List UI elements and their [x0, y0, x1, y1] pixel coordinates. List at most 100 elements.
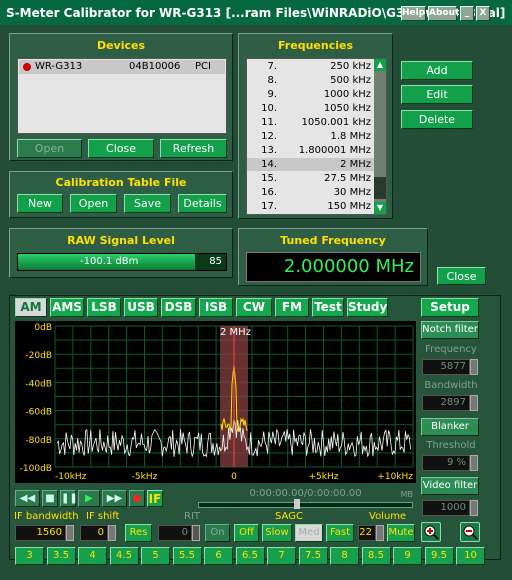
frequency-list[interactable]: 7. 250 kHz 8. 500 kHz 9. 1000 kHz 10. 1050 kHz 1… — [246, 58, 387, 215]
mode-fm-button[interactable]: FM — [275, 298, 309, 317]
spectrum-display[interactable]: 2 MHz 0dB -20dB -40dB -60dB -80dB -100dB-10kHz… — [15, 321, 416, 483]
zoom-in-icon[interactable] — [421, 522, 441, 542]
device-list[interactable]: WR-G313 04B10006 PCI — [17, 58, 227, 134]
frequency-number: 8. — [267, 75, 277, 86]
frequency-item[interactable]: 16. 30 MHz — [247, 186, 375, 199]
step-button[interactable]: 4.5 — [109, 547, 139, 565]
agc-slow-button[interactable]: Slow — [262, 524, 292, 542]
help-button[interactable]: Help — [401, 6, 426, 21]
step-button[interactable]: 6 — [204, 547, 233, 565]
step-button[interactable]: 3.5 — [46, 547, 76, 565]
notch-bandwidth-field[interactable]: 2897 — [422, 395, 470, 411]
agc-fast-button[interactable]: Fast — [326, 524, 354, 542]
reset-button[interactable]: Res — [125, 524, 152, 542]
zoom-out-icon[interactable] — [460, 522, 480, 542]
frequency-item[interactable]: 17. 150 MHz — [247, 200, 375, 213]
mode-dsb-button[interactable]: DSB — [161, 298, 196, 317]
if-shift-stepper[interactable] — [108, 525, 116, 541]
mode-usb-button[interactable]: USB — [124, 298, 158, 317]
step-button[interactable]: 7 — [267, 547, 296, 565]
minimize-button[interactable]: _ — [460, 6, 474, 21]
frequency-scrollbar[interactable]: ▲ ▼ — [374, 59, 386, 214]
stop-icon[interactable]: ■ — [42, 490, 58, 507]
rit-field[interactable]: 0 — [158, 525, 192, 541]
details-button[interactable]: Details — [178, 194, 227, 213]
frequency-item[interactable]: 12. 1.8 MHz — [247, 130, 375, 143]
mode-lsb-button[interactable]: LSB — [87, 298, 121, 317]
play-icon[interactable]: ▶ — [78, 490, 100, 507]
frequency-item[interactable]: 14. 2 MHz — [247, 158, 375, 171]
step-button[interactable]: 6.5 — [235, 547, 265, 565]
raw-signal-panel: RAW Signal Level -100.1 dBm 85 — [9, 228, 233, 278]
volume-stepper[interactable] — [376, 525, 384, 541]
scroll-thumb[interactable] — [374, 177, 386, 199]
frequency-item[interactable]: 11. 1050.001 kHz — [247, 116, 375, 129]
scroll-down-icon[interactable]: ▼ — [374, 202, 386, 214]
rewind-icon[interactable]: ◀◀ — [15, 490, 40, 507]
agc-med-button[interactable]: Med — [295, 524, 323, 542]
blanker-button[interactable]: Blanker — [421, 418, 479, 436]
notch-filter-button[interactable]: Notch filter — [421, 321, 479, 339]
threshold-stepper[interactable] — [470, 455, 478, 471]
rit-on-button[interactable]: On — [205, 524, 230, 542]
mode-am-button[interactable]: AM — [15, 298, 47, 317]
fast-forward-icon[interactable]: ▶▶ — [102, 490, 127, 507]
refresh-button[interactable]: Refresh — [160, 139, 227, 158]
mode-study-button[interactable]: Study — [347, 298, 388, 317]
frequency-item[interactable]: 8. 500 kHz — [247, 74, 375, 87]
frequency-item[interactable]: 13. 1.800001 MHz — [247, 144, 375, 157]
step-button[interactable]: 3 — [15, 547, 44, 565]
mode-cw-button[interactable]: CW — [236, 298, 272, 317]
agc-off-button[interactable]: Off — [234, 524, 259, 542]
if-button[interactable]: IF — [147, 490, 163, 507]
step-button[interactable]: 5.5 — [172, 547, 202, 565]
scroll-up-icon[interactable]: ▲ — [374, 59, 386, 71]
close-button[interactable]: Close — [437, 267, 486, 285]
video-filter-field[interactable]: 1000 — [422, 500, 470, 516]
about-button[interactable]: About — [428, 6, 459, 21]
step-button[interactable]: 4 — [78, 547, 107, 565]
open-file-button[interactable]: Open — [70, 194, 117, 213]
player-progress[interactable] — [198, 502, 413, 508]
frequency-item[interactable]: 7. 250 kHz — [247, 60, 375, 73]
step-button[interactable]: 5 — [141, 547, 170, 565]
frequency-number: 17. — [261, 201, 277, 212]
step-button[interactable]: 10 — [456, 547, 485, 565]
step-button[interactable]: 9 — [393, 547, 422, 565]
step-button[interactable]: 8 — [330, 547, 359, 565]
close-device-button[interactable]: Close — [88, 139, 154, 158]
frequency-item[interactable]: 10. 1050 kHz — [247, 102, 375, 115]
open-device-button[interactable]: Open — [17, 139, 82, 158]
video-filter-stepper[interactable] — [470, 500, 478, 516]
notch-frequency-stepper[interactable] — [470, 359, 478, 375]
step-button[interactable]: 8.5 — [361, 547, 391, 565]
device-row[interactable]: WR-G313 04B10006 PCI — [19, 60, 225, 74]
player-progress-handle[interactable] — [294, 499, 300, 509]
edit-frequency-button[interactable]: Edit — [401, 85, 473, 104]
step-button[interactable]: 9.5 — [424, 547, 454, 565]
video-filter-button[interactable]: Video filter — [421, 477, 479, 495]
frequency-item[interactable]: 9. 1000 kHz — [247, 88, 375, 101]
step-button[interactable]: 7.5 — [298, 547, 328, 565]
delete-frequency-button[interactable]: Delete — [401, 110, 473, 129]
threshold-field[interactable]: 9 % — [422, 455, 470, 471]
add-frequency-button[interactable]: Add — [401, 61, 473, 80]
frequency-item[interactable]: 15. 27.5 MHz — [247, 172, 375, 185]
rit-stepper[interactable] — [192, 525, 200, 541]
mute-button[interactable]: Mute — [387, 524, 415, 542]
if-bandwidth-field[interactable]: 1560 — [15, 525, 66, 541]
notch-frequency-field[interactable]: 5877 — [422, 359, 470, 375]
mode-isb-button[interactable]: ISB — [199, 298, 233, 317]
pause-icon[interactable]: ❚❚ — [60, 490, 78, 507]
if-shift-field[interactable]: 0 — [80, 525, 108, 541]
setup-button[interactable]: Setup — [421, 298, 479, 317]
mode-ams-button[interactable]: AMS — [50, 298, 84, 317]
notch-bandwidth-stepper[interactable] — [470, 395, 478, 411]
close-window-button[interactable]: X — [476, 6, 490, 21]
record-icon[interactable]: ● — [129, 490, 145, 507]
new-file-button[interactable]: New — [17, 194, 63, 213]
if-bandwidth-stepper[interactable] — [66, 525, 74, 541]
save-file-button[interactable]: Save — [124, 194, 171, 213]
volume-field[interactable]: 22 — [358, 525, 376, 541]
mode-test-button[interactable]: Test — [312, 298, 344, 317]
